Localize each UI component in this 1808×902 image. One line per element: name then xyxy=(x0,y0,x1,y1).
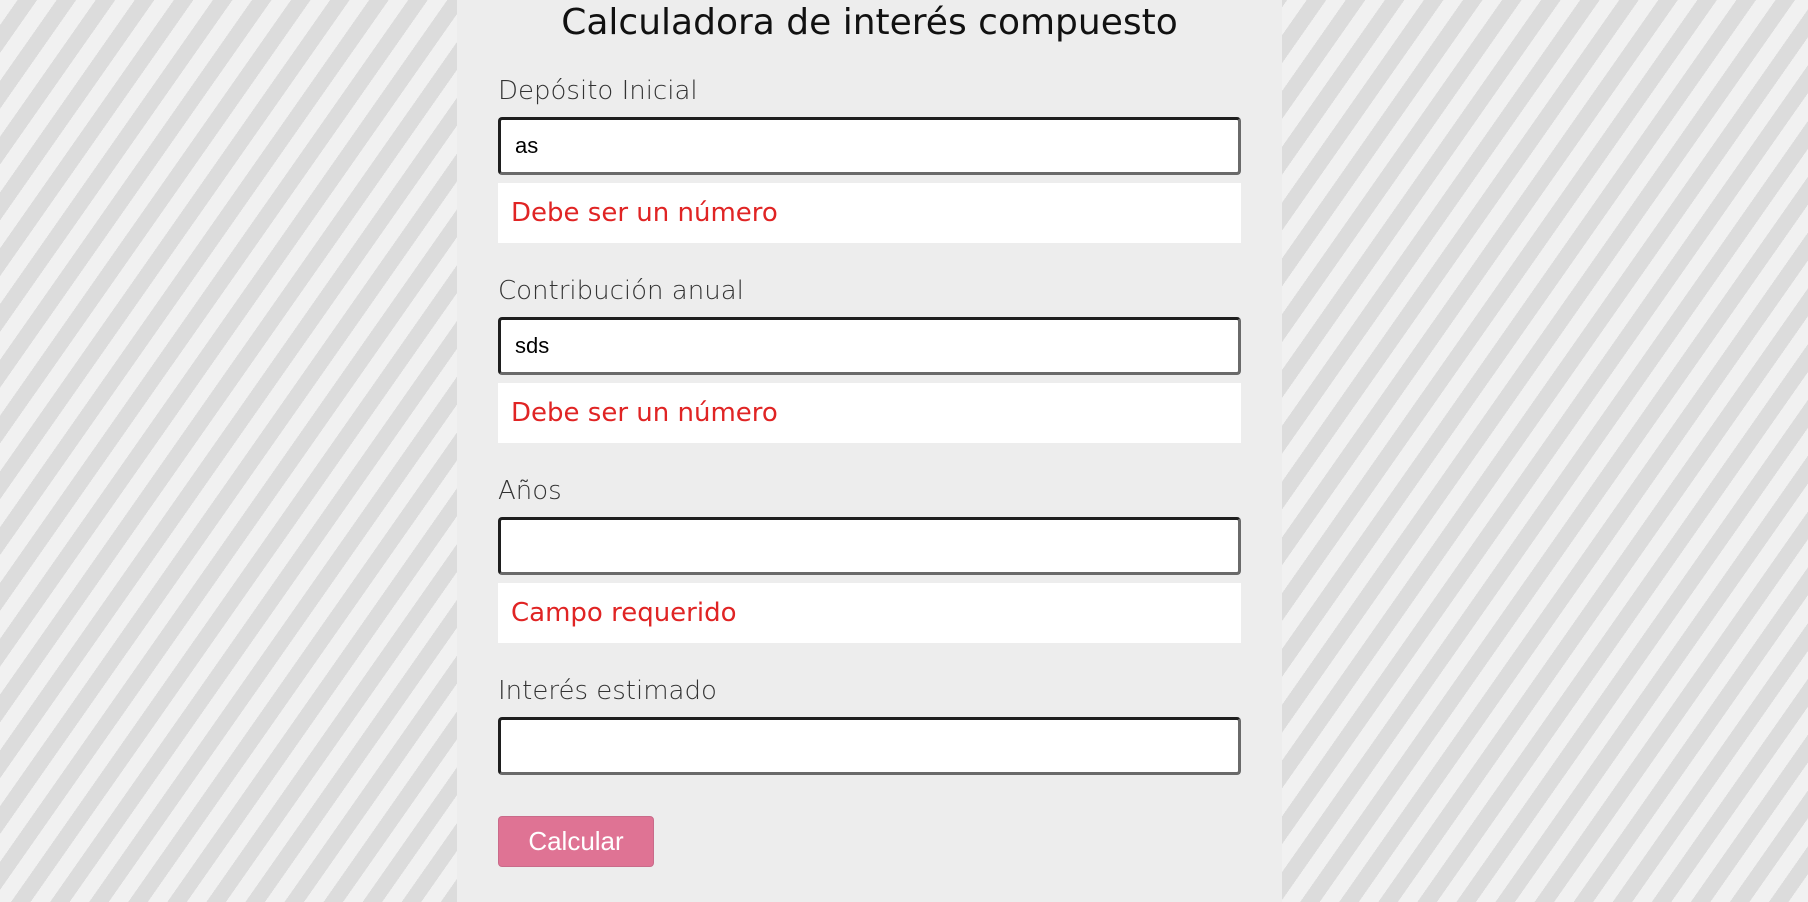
initial-deposit-group: Depósito Inicial Debe ser un número xyxy=(498,74,1241,243)
annual-contribution-label: Contribución anual xyxy=(498,276,744,306)
initial-deposit-input[interactable] xyxy=(498,117,1241,175)
annual-contribution-group: Contribución anual Debe ser un número xyxy=(498,274,1241,443)
annual-contribution-error: Debe ser un número xyxy=(498,383,1241,443)
annual-contribution-input[interactable] xyxy=(498,317,1241,375)
calculate-button[interactable]: Calcular xyxy=(498,816,654,867)
page-title: Calculadora de interés compuesto xyxy=(561,2,1178,43)
years-input[interactable] xyxy=(498,517,1241,575)
years-error: Campo requerido xyxy=(498,583,1241,643)
calculator-panel: Calculadora de interés compuesto Depósit… xyxy=(457,0,1282,902)
estimated-interest-input[interactable] xyxy=(498,717,1241,775)
initial-deposit-label: Depósito Inicial xyxy=(498,76,698,106)
initial-deposit-error: Debe ser un número xyxy=(498,183,1241,243)
estimated-interest-group: Interés estimado xyxy=(498,674,1241,775)
years-label: Años xyxy=(498,476,562,506)
estimated-interest-label: Interés estimado xyxy=(498,676,717,706)
years-group: Años Campo requerido xyxy=(498,474,1241,643)
